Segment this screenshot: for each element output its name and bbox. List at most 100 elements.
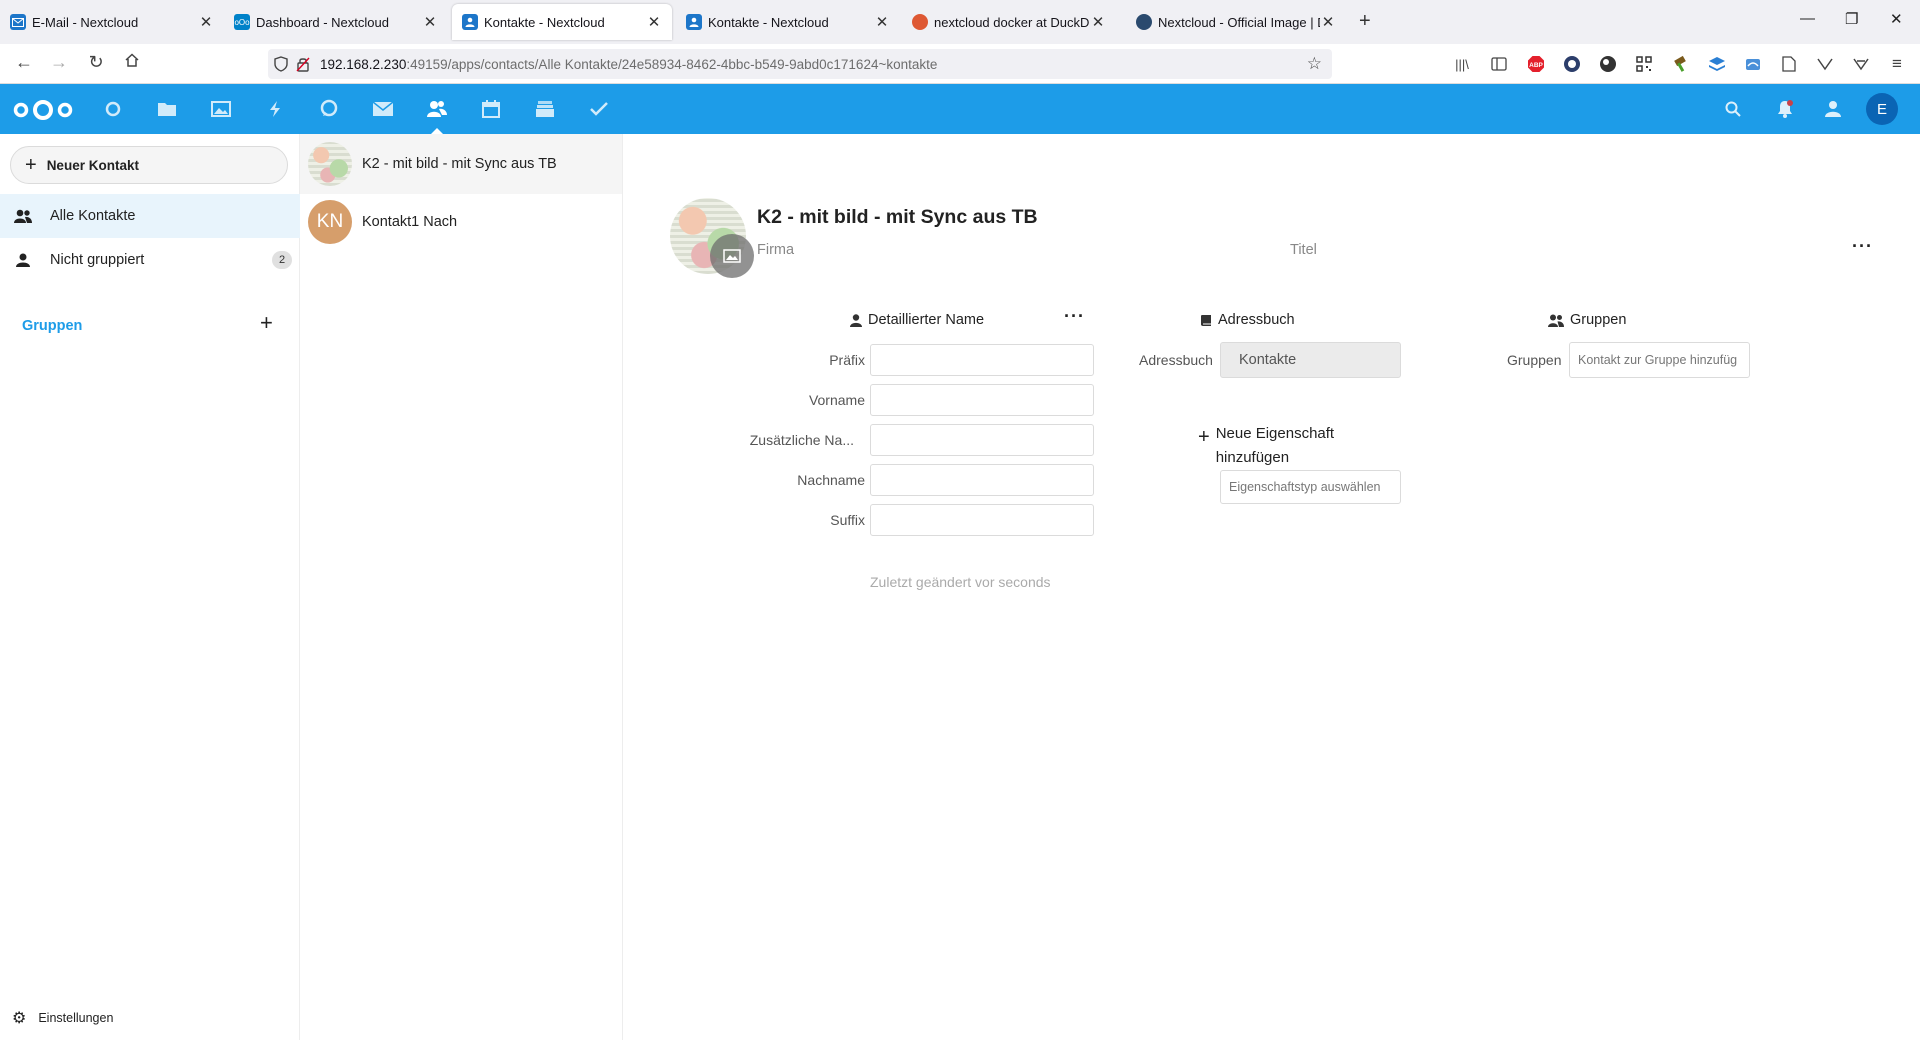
restore-icon[interactable]: ❐ — [1845, 10, 1858, 28]
contact-avatar — [308, 142, 352, 186]
sidebar-icon[interactable] — [1489, 54, 1509, 74]
groups-heading: Gruppen — [22, 318, 83, 334]
first-name-label: Vorname — [808, 392, 865, 408]
company-field[interactable]: Firma — [757, 242, 794, 258]
mail-icon — [10, 14, 26, 30]
name-section-menu[interactable]: ··· — [1064, 306, 1085, 327]
extension-wave-icon[interactable] — [1743, 54, 1763, 74]
new-tab-icon[interactable]: + — [1359, 10, 1371, 33]
notifications-icon[interactable] — [1774, 98, 1796, 120]
svg-text:ABP: ABP — [1529, 62, 1543, 69]
activity-app-icon[interactable] — [264, 98, 286, 120]
contact-name[interactable]: K2 - mit bild - mit Sync aus TB — [757, 206, 1038, 229]
nav-item-all-contacts[interactable]: Alle Kontakte — [0, 194, 300, 238]
browser-tab-docker[interactable]: Nextcloud - Official Image | Do ✕ — [1126, 4, 1346, 40]
url-bar[interactable]: 192.168.2.230:49159/apps/contacts/Alle K… — [268, 49, 1332, 79]
reload-icon[interactable]: ↻ — [84, 52, 108, 73]
change-photo-icon[interactable] — [710, 234, 754, 278]
last-modified-text: Zuletzt geändert vor seconds — [870, 574, 1051, 590]
groups-input[interactable] — [1569, 342, 1750, 378]
dashboard-app-icon[interactable] — [102, 98, 124, 120]
url-host: 192.168.2.230 — [320, 56, 407, 72]
nextcloud-logo[interactable] — [12, 98, 74, 127]
contacts-app-icon[interactable] — [426, 98, 448, 134]
browser-tab-dashboard[interactable]: oOo Dashboard - Nextcloud ✕ — [224, 4, 448, 40]
prefix-input[interactable] — [870, 344, 1094, 376]
document-icon[interactable] — [1779, 54, 1799, 74]
home-icon[interactable] — [120, 52, 144, 73]
extension-globe-icon[interactable] — [1598, 54, 1618, 74]
gear-icon: ⚙ — [12, 1010, 27, 1027]
adblock-icon[interactable]: ABP — [1526, 54, 1546, 74]
additional-names-label: Zusätzliche Na... — [749, 432, 854, 448]
contact-actions-menu[interactable]: ··· — [1852, 236, 1873, 257]
contact-list-item[interactable]: K2 - mit bild - mit Sync aus TB — [300, 134, 622, 194]
browser-tab-contacts[interactable]: Kontakte - Nextcloud ✕ — [676, 4, 900, 40]
extension-hammer-icon[interactable] — [1671, 54, 1691, 74]
add-property-button[interactable]: + Neue Eigenschaft hinzufügen — [1198, 422, 1356, 470]
close-tab-icon[interactable]: ✕ — [874, 13, 890, 31]
calendar-app-icon[interactable] — [480, 98, 502, 120]
minimize-icon[interactable]: — — [1800, 10, 1815, 27]
nextcloud-icon: oOo — [234, 14, 250, 30]
plus-icon: + — [1198, 426, 1210, 448]
search-icon[interactable] — [1722, 98, 1744, 120]
addressbook-select[interactable]: Kontakte — [1220, 342, 1401, 378]
add-group-button[interactable]: + — [260, 310, 273, 336]
suffix-label: Suffix — [830, 512, 865, 528]
contact-details — [624, 134, 1920, 1040]
browser-tab-email[interactable]: E-Mail - Nextcloud ✕ — [0, 4, 224, 40]
contacts-menu-icon[interactable] — [1822, 98, 1844, 120]
browser-tab-bar: E-Mail - Nextcloud ✕ oOo Dashboard - Nex… — [0, 0, 1920, 44]
tasks-app-icon[interactable] — [588, 98, 610, 120]
pocket-icon[interactable] — [1815, 54, 1835, 74]
contacts-icon — [686, 14, 702, 30]
user-avatar[interactable]: E — [1866, 93, 1898, 125]
library-icon[interactable]: |||\ — [1452, 54, 1472, 74]
user-icon — [14, 253, 32, 267]
shield-icon[interactable] — [274, 56, 288, 72]
new-contact-button[interactable]: + Neuer Kontakt — [10, 146, 288, 184]
browser-nav-bar: ← → ↻ 192.168.2.230:49159/apps/contacts/… — [0, 44, 1920, 84]
title-field[interactable]: Titel — [1290, 242, 1317, 258]
close-window-icon[interactable]: ✕ — [1890, 10, 1903, 28]
close-tab-icon[interactable]: ✕ — [1320, 13, 1336, 31]
property-type-select[interactable] — [1220, 470, 1401, 504]
close-tab-icon[interactable]: ✕ — [1090, 13, 1106, 31]
lock-warning-icon[interactable] — [296, 56, 310, 72]
extension-shield-icon[interactable] — [1562, 54, 1582, 74]
browser-tab-duckduckgo[interactable]: nextcloud docker at DuckDuckGo ✕ — [902, 4, 1116, 40]
deck-app-icon[interactable] — [534, 98, 556, 120]
bookmark-star-icon[interactable]: ☆ — [1307, 54, 1322, 74]
contact-list-item[interactable]: KN Kontakt1 Nach — [300, 192, 622, 252]
counter-badge: 2 — [272, 251, 292, 269]
close-tab-icon[interactable]: ✕ — [198, 13, 214, 31]
photos-app-icon[interactable] — [210, 98, 232, 120]
mail-app-icon[interactable] — [372, 98, 394, 120]
settings-button[interactable]: ⚙ Einstellungen — [12, 1008, 113, 1028]
download-icon[interactable] — [1851, 54, 1871, 74]
detailed-name-heading: Detaillierter Name — [850, 312, 984, 328]
groups-section-heading: Gruppen — [1548, 312, 1626, 328]
contacts-list: K2 - mit bild - mit Sync aus TB KN Konta… — [300, 134, 623, 1040]
suffix-input[interactable] — [870, 504, 1094, 536]
prefix-label: Präfix — [829, 352, 865, 368]
extension-layers-icon[interactable] — [1707, 54, 1727, 74]
contacts-icon — [14, 209, 32, 223]
first-name-input[interactable] — [870, 384, 1094, 416]
qr-code-icon[interactable] — [1634, 54, 1654, 74]
close-tab-icon[interactable]: ✕ — [422, 13, 438, 31]
back-icon[interactable]: ← — [12, 52, 36, 73]
forward-icon[interactable]: → — [47, 52, 71, 73]
nav-item-not-grouped[interactable]: Nicht gruppiert 2 — [0, 238, 300, 282]
additional-names-input[interactable] — [870, 424, 1094, 456]
hamburger-menu-icon[interactable]: ≡ — [1887, 54, 1907, 74]
talk-app-icon[interactable] — [318, 98, 340, 120]
last-name-input[interactable] — [870, 464, 1094, 496]
url-path: :49159/apps/contacts/Alle Kontakte/24e58… — [406, 56, 938, 72]
close-tab-icon[interactable]: ✕ — [646, 13, 662, 31]
files-app-icon[interactable] — [156, 98, 178, 120]
duckduckgo-icon — [912, 14, 928, 30]
contacts-icon — [462, 14, 478, 30]
browser-tab-contacts-active[interactable]: Kontakte - Nextcloud ✕ — [452, 4, 672, 40]
